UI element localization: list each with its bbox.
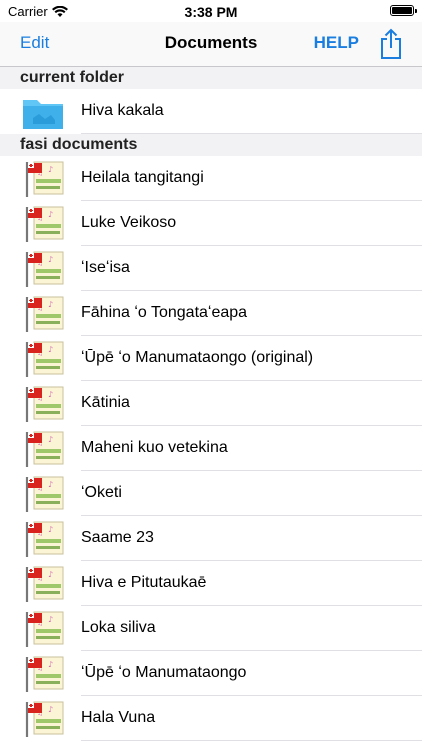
document-row[interactable]: ʻOketi (0, 471, 422, 516)
navigation-bar: Edit Documents HELP (0, 22, 422, 67)
status-bar: Carrier 3:38 PM (0, 0, 422, 22)
folder-icon (21, 94, 65, 132)
document-row[interactable]: ʻIseʻisa (0, 246, 422, 291)
share-icon[interactable] (378, 28, 404, 60)
document-icon (21, 610, 65, 648)
document-icon (21, 430, 65, 468)
document-row[interactable]: Loka siliva (0, 606, 422, 651)
battery-fill (392, 7, 412, 14)
section-header: current folder (0, 67, 422, 89)
row-label: Luke Veikoso (81, 214, 177, 231)
row-label: Saame 23 (81, 529, 154, 546)
document-row[interactable]: Fāhina ʻo Tongataʻeapa (0, 291, 422, 336)
row-label: Heilala tangitangi (81, 169, 204, 186)
battery-icon (390, 5, 417, 16)
row-label: Hiva kakala (81, 102, 164, 119)
document-icon (21, 385, 65, 423)
document-icon (21, 160, 65, 198)
document-row[interactable]: ʻŪpē ʻo Manumataongo (0, 651, 422, 696)
document-list: current folder Hiva kakala fasi documents H… (0, 67, 422, 741)
document-row[interactable]: Saame 23 (0, 516, 422, 561)
help-button[interactable]: HELP (314, 33, 359, 53)
document-icon (21, 655, 65, 693)
section-header: fasi documents (0, 134, 422, 156)
row-label: ʻIseʻisa (81, 259, 130, 276)
document-icon (21, 205, 65, 243)
document-row[interactable]: Hiva e Pitutaukaē (0, 561, 422, 606)
document-icon (21, 475, 65, 513)
document-row[interactable]: Hala Vuna (0, 696, 422, 741)
document-icon (21, 250, 65, 288)
row-label: ʻOketi (81, 484, 122, 501)
row-label: ʻŪpē ʻo Manumataongo (81, 664, 247, 681)
document-row[interactable]: Heilala tangitangi (0, 156, 422, 201)
document-icon (21, 565, 65, 603)
document-icon (21, 295, 65, 333)
document-row[interactable]: ʻŪpē ʻo Manumataongo (original) (0, 336, 422, 381)
document-icon (21, 340, 65, 378)
row-label: Kātinia (81, 394, 130, 411)
clock: 3:38 PM (184, 4, 238, 20)
row-label: Maheni kuo vetekina (81, 439, 228, 456)
row-label: Fāhina ʻo Tongataʻeapa (81, 304, 248, 321)
folder-row[interactable]: Hiva kakala (0, 89, 422, 134)
row-label: Hala Vuna (81, 709, 156, 726)
row-label: ʻŪpē ʻo Manumataongo (original) (81, 349, 314, 366)
document-icon (21, 520, 65, 558)
document-row[interactable]: Maheni kuo vetekina (0, 426, 422, 471)
row-label: Hiva e Pitutaukaē (81, 574, 207, 591)
row-label: Loka siliva (81, 619, 156, 636)
document-row[interactable]: Luke Veikoso (0, 201, 422, 246)
document-icon (21, 700, 65, 738)
document-row[interactable]: Kātinia (0, 381, 422, 426)
